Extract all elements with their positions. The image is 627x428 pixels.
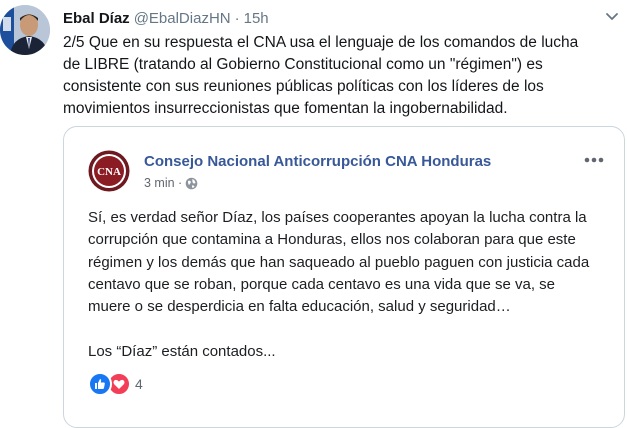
facebook-post-embed[interactable]: CNA Consejo Nacional Anticorrupción CNA … [63,126,625,428]
separator-dot: · [234,10,240,27]
profile-photo [0,5,50,55]
cna-logo-text: CNA [97,166,121,178]
avatar[interactable] [0,5,50,55]
like-reaction-icon [88,372,112,396]
cna-logo[interactable]: CNA [88,150,130,192]
post-meta: 3 min · [144,175,198,191]
post-time[interactable]: 3 min · [144,175,182,191]
tweet-timestamp[interactable]: 15h [244,10,269,27]
facebook-page-name[interactable]: Consejo Nacional Anticorrupción CNA Hond… [144,153,491,171]
author-handle[interactable]: @EbalDiazHN [134,10,231,27]
more-options-icon[interactable] [584,157,604,163]
reaction-count[interactable]: 4 [135,376,143,392]
chevron-down-icon[interactable] [605,12,619,22]
globe-icon [185,177,198,189]
reactions-bar[interactable]: 4 [88,372,143,396]
post-body: Sí, es verdad señor Díaz, los países coo… [88,209,590,316]
tweet-text: 2/5 Que en su respuesta el CNA usa el le… [63,34,579,117]
author-name[interactable]: Ebal Díaz [63,10,130,27]
post-closing-line: Los “Díaz” están contados... [88,343,276,360]
tweet: Ebal Díaz @EbalDiazHN · 15h 2/5 Que en su r… [0,0,627,428]
tweet-header: Ebal Díaz @EbalDiazHN · 15h [63,9,597,29]
